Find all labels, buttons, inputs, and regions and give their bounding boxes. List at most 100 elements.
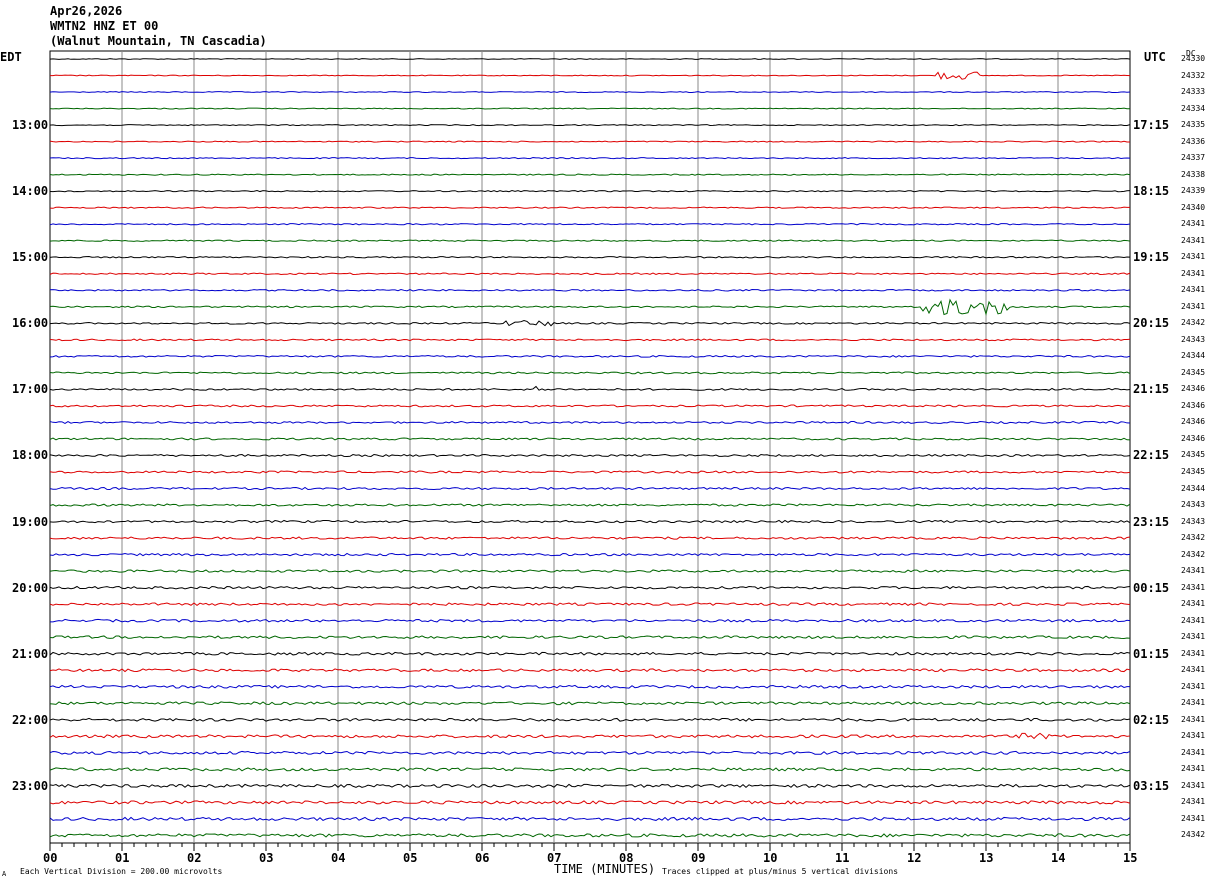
trace-line: [49, 732, 1131, 740]
trace-line: [49, 91, 1131, 93]
trace-line: [49, 635, 1131, 640]
dc-offset-label: 24345: [1181, 467, 1206, 476]
x-tick-label: 06: [475, 851, 490, 865]
dc-offset-label: 24341: [1181, 780, 1206, 790]
dc-offset-label: 24344: [1181, 351, 1206, 361]
dc-offset-label: 24341: [1181, 747, 1206, 757]
x-tick-label: 14: [1051, 851, 1066, 865]
x-tick-label: 13: [979, 851, 994, 865]
left-hour-label: 16:00: [12, 316, 49, 331]
right-hour-label: 22:15: [1133, 448, 1170, 463]
dc-offset-label: 24341: [1181, 615, 1206, 625]
dc-offset-label: 24342: [1181, 549, 1206, 559]
x-tick-label: 11: [835, 851, 850, 865]
dc-offset-label: 24342: [1181, 533, 1206, 543]
dc-offset-label: 24341: [1181, 632, 1206, 642]
dc-offset-label: 24336: [1181, 136, 1206, 146]
dc-offset-label: 24341: [1181, 285, 1206, 295]
trace-line: [49, 503, 1131, 507]
left-hour-label: 19:00: [12, 514, 49, 529]
dc-offset-label: 24337: [1181, 153, 1206, 163]
dc-offset-label: 24346: [1181, 384, 1206, 394]
trace-line: [49, 651, 1131, 656]
right-hour-label: 21:15: [1133, 382, 1170, 397]
x-tick-label: 09: [691, 851, 706, 865]
right-hour-label: 23:15: [1133, 514, 1170, 529]
x-tick-label: 02: [187, 851, 202, 865]
dc-offset-label: 24341: [1181, 665, 1206, 675]
trace-line: [49, 420, 1131, 424]
dc-offset-label: 24341: [1181, 235, 1206, 245]
dc-offset-label: 24342: [1181, 318, 1206, 328]
trace-line: [49, 173, 1131, 176]
right-hour-label: 17:15: [1133, 118, 1170, 133]
dc-offset-label: 24341: [1181, 582, 1206, 592]
dc-offset-label: 24341: [1181, 813, 1206, 823]
trace-line: [49, 470, 1131, 474]
trace-line: [49, 404, 1131, 408]
x-tick-label: 03: [259, 851, 274, 865]
dc-offset-label: 24346: [1181, 400, 1206, 410]
dc-offset-label: 24339: [1181, 186, 1206, 196]
dc-offset-label: 24341: [1181, 301, 1206, 311]
right-hour-label: 02:15: [1133, 712, 1170, 727]
left-hour-label: 15:00: [12, 250, 49, 265]
dc-offset-label: 24333: [1181, 87, 1206, 97]
dc-offset-label: 24340: [1181, 202, 1206, 212]
dc-offset-label: 24341: [1181, 698, 1206, 708]
dc-offset-label: 24341: [1181, 252, 1206, 262]
trace-line: [49, 288, 1131, 292]
trace-line: [49, 157, 1131, 160]
dc-offset-label: 24346: [1181, 417, 1206, 427]
trace-line: [49, 453, 1131, 458]
left-hour-label: 18:00: [12, 448, 49, 463]
right-hour-label: 03:15: [1133, 778, 1170, 793]
trace-line: [49, 519, 1131, 524]
dc-offset-label: 24341: [1181, 764, 1206, 774]
dc-offset-label: 24341: [1181, 268, 1206, 278]
dc-offset-label: 24341: [1181, 219, 1206, 229]
dc-offset-label: 24341: [1181, 731, 1206, 741]
dc-offset-label: 24341: [1181, 681, 1206, 691]
plot-frame: [49, 50, 1131, 844]
trace-line: [49, 256, 1131, 259]
x-tick-label: 00: [43, 851, 58, 865]
dc-offset-label: 24330: [1181, 54, 1206, 63]
dc-offset-label: 24341: [1181, 599, 1206, 609]
left-hour-label: 22:00: [12, 712, 49, 727]
x-tick-label: 04: [331, 851, 346, 865]
right-hour-label: 19:15: [1133, 250, 1170, 265]
trace-line: [49, 190, 1131, 193]
trace-line: [49, 140, 1131, 143]
trace-line: [49, 800, 1131, 805]
dc-offset-label: 24341: [1181, 648, 1206, 658]
dc-offset-label: 24334: [1181, 103, 1206, 113]
x-tick-label: 05: [403, 851, 418, 865]
trace-line: [49, 58, 1131, 60]
left-hour-label: 17:00: [12, 382, 49, 397]
left-hour-label: 23:00: [12, 778, 49, 793]
trace-line: [49, 338, 1131, 342]
trace-line: [49, 585, 1131, 590]
trace-line: [49, 223, 1131, 226]
dc-offset-label: 24341: [1181, 714, 1206, 724]
trace-line: [49, 717, 1131, 722]
dc-offset-label: 24344: [1181, 483, 1206, 493]
trace-line: [49, 437, 1131, 441]
dc-offset-label: 24345: [1181, 367, 1206, 377]
trace-line: [49, 552, 1131, 557]
trace-line: [49, 124, 1131, 127]
dc-offset-label: 24332: [1181, 70, 1206, 80]
trace-line: [49, 833, 1131, 838]
dc-offset-label: 24335: [1181, 120, 1206, 130]
trace-line: [49, 668, 1131, 673]
trace-line: [49, 618, 1131, 623]
right-hour-label: 18:15: [1133, 184, 1170, 199]
x-tick-label: 12: [907, 851, 922, 865]
trace-line: [49, 767, 1131, 772]
dc-offset-label: 24342: [1181, 830, 1206, 840]
trace-line: [49, 354, 1131, 358]
trace-line: [49, 486, 1131, 491]
x-tick-label: 10: [763, 851, 778, 865]
trace-line: [49, 206, 1131, 209]
